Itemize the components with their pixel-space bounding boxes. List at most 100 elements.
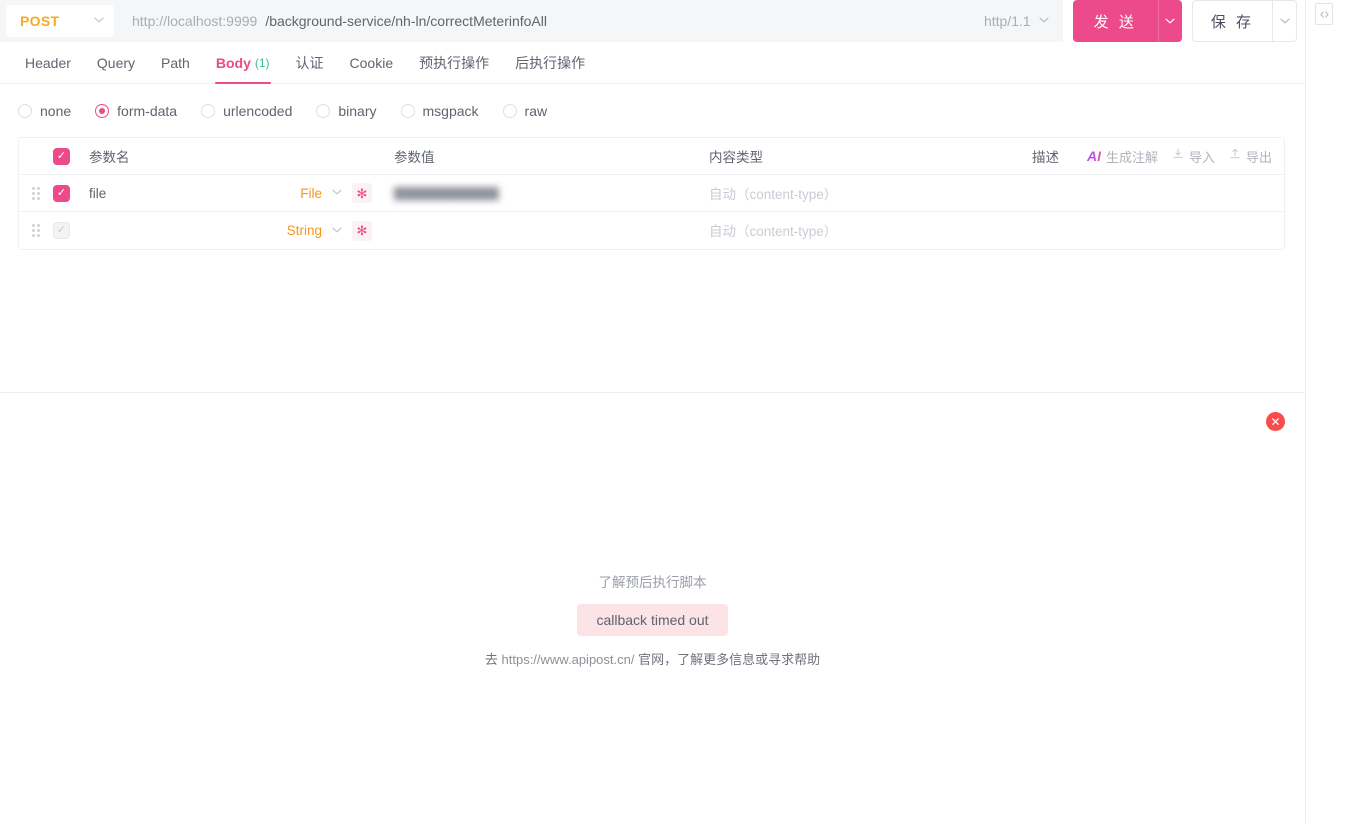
- row-type-label: String: [286, 223, 322, 238]
- chevron-down-icon: [332, 188, 342, 198]
- header-name-cell: 参数名: [85, 146, 380, 166]
- right-rail: [1305, 0, 1345, 823]
- table-row[interactable]: ✓ file File ✻ ▇▇▇▇▇▇▇▇▇▇ 自动（content-type…: [19, 175, 1284, 212]
- send-button[interactable]: 发 送: [1072, 0, 1182, 42]
- tab-pre-script[interactable]: 预执行操作: [406, 42, 502, 84]
- tab-path[interactable]: Path: [148, 42, 203, 84]
- row-select-cell: ✓: [53, 184, 85, 202]
- export-icon: [1229, 147, 1241, 165]
- row-type-label: File: [300, 185, 322, 201]
- tab-post-script[interactable]: 后执行操作: [502, 42, 598, 84]
- select-all-cell: ✓: [53, 147, 85, 165]
- tab-query[interactable]: Query: [84, 42, 148, 84]
- apipost-request-window: POST http://localhost:9999 /background-s…: [0, 0, 1345, 823]
- radio-label: none: [40, 103, 72, 119]
- body-type-form-data[interactable]: form-data: [83, 103, 189, 119]
- row-value-input[interactable]: ▇▇▇▇▇▇▇▇▇▇: [394, 185, 499, 201]
- body-type-msgpack[interactable]: msgpack: [389, 103, 491, 119]
- drag-handle-icon: [32, 186, 40, 200]
- tab-cookie[interactable]: Cookie: [337, 42, 407, 84]
- radio-icon: [18, 104, 32, 118]
- export-button[interactable]: 导出: [1229, 147, 1272, 166]
- save-options-chevron-icon[interactable]: [1272, 1, 1296, 41]
- status-badge: callback timed out: [577, 604, 728, 636]
- header-content-type-cell: 内容类型: [695, 146, 1020, 167]
- tab-auth[interactable]: 认证: [283, 42, 337, 84]
- save-button-label: 保 存: [1210, 13, 1254, 31]
- tab-label: Body: [215, 54, 251, 71]
- select-all-checkbox[interactable]: ✓: [53, 147, 70, 165]
- apipost-link[interactable]: https://www.apipost.cn/: [502, 652, 635, 667]
- row-content-type-input[interactable]: 自动（content-type）: [709, 224, 837, 239]
- tab-header[interactable]: Header: [12, 42, 84, 84]
- chevron-down-icon: [332, 226, 342, 236]
- radio-icon: [95, 104, 110, 118]
- row-content-type-input[interactable]: 自动（content-type）: [709, 187, 837, 202]
- url-input[interactable]: http://localhost:9999 /background-servic…: [120, 0, 974, 42]
- row-name-cell[interactable]: String ✻: [85, 220, 380, 241]
- body-type-none[interactable]: none: [6, 103, 83, 119]
- radio-icon: [400, 104, 415, 118]
- header-value-cell: 参数值: [380, 146, 695, 166]
- code-snippet-icon[interactable]: [1315, 3, 1333, 25]
- ai-generate-comment-label: 生成注解: [1105, 149, 1158, 165]
- method-selector[interactable]: POST: [6, 5, 114, 37]
- table-header-row: ✓ 参数名 参数值 内容类型 描述 AI 生成注解 导入 导出: [19, 138, 1284, 175]
- import-label: 导入: [1188, 149, 1215, 165]
- row-name-cell[interactable]: file File ✻: [85, 183, 380, 203]
- ai-generate-comment-button[interactable]: AI 生成注解: [1087, 147, 1158, 166]
- drag-handle[interactable]: [19, 224, 53, 237]
- send-button-label: 发 送: [1093, 13, 1137, 31]
- tab-body[interactable]: Body (1): [203, 42, 283, 84]
- table-header-actions: AI 生成注解 导入 导出: [1087, 147, 1284, 166]
- save-button[interactable]: 保 存: [1191, 0, 1297, 42]
- footer-suffix: 官网，了解更多信息或寻求帮助: [634, 652, 821, 667]
- header-value-label: 参数值: [394, 150, 435, 165]
- header-description-cell: 描述: [1020, 146, 1087, 167]
- import-button[interactable]: 导入: [1172, 147, 1215, 166]
- header-description-label: 描述: [1032, 149, 1059, 165]
- body-type-binary[interactable]: binary: [304, 103, 388, 119]
- required-asterisk-button[interactable]: ✻: [352, 183, 372, 203]
- method-label: POST: [20, 13, 60, 29]
- radio-icon: [316, 104, 331, 118]
- row-content-type-cell[interactable]: 自动（content-type）: [695, 220, 1020, 241]
- required-asterisk-button[interactable]: ✻: [352, 220, 372, 241]
- row-name-input[interactable]: file: [89, 186, 106, 201]
- method-selector-wrap: POST: [0, 0, 120, 42]
- footer-prefix: 去: [484, 652, 502, 667]
- tab-label: 认证: [295, 54, 324, 71]
- row-value-cell[interactable]: ▇▇▇▇▇▇▇▇▇▇: [380, 185, 695, 201]
- radio-label: form-data: [117, 103, 178, 119]
- header-name-label: 参数名: [89, 150, 130, 165]
- url-path-value: /background-service/nh-ln/correctMeterin…: [265, 13, 547, 29]
- row-content-type-cell[interactable]: 自动（content-type）: [695, 183, 1020, 204]
- request-tabs: Header Query Path Body (1) 认证 Cookie 预执行…: [0, 42, 1305, 84]
- protocol-selector[interactable]: http/1.1: [973, 0, 1063, 42]
- table-row[interactable]: ✓ String ✻ 自动（content-type）: [19, 212, 1284, 249]
- empty-state-title[interactable]: 了解预后执行脚本: [599, 571, 707, 591]
- ai-icon: AI: [1086, 148, 1101, 164]
- row-checkbox[interactable]: ✓: [53, 222, 70, 239]
- tab-label: 预执行操作: [419, 54, 490, 71]
- send-options-chevron-icon[interactable]: [1157, 0, 1182, 42]
- tab-label: Query: [96, 54, 136, 71]
- row-checkbox[interactable]: ✓: [53, 184, 70, 202]
- row-type-selector[interactable]: String ✻: [286, 220, 380, 241]
- empty-state-footer: 去 https://www.apipost.cn/ 官网，了解更多信息或寻求帮助: [485, 649, 820, 668]
- drag-handle-icon: [32, 224, 40, 237]
- response-empty-state: 了解预后执行脚本 callback timed out 去 https://ww…: [0, 571, 1305, 668]
- body-type-raw[interactable]: raw: [491, 103, 560, 119]
- drag-handle[interactable]: [19, 186, 53, 200]
- protocol-label: http/1.1: [983, 13, 1031, 29]
- body-type-radio-group: none form-data urlencoded binary msgpack…: [0, 84, 1305, 138]
- import-icon: [1172, 147, 1184, 165]
- body-type-urlencoded[interactable]: urlencoded: [189, 103, 304, 119]
- tab-label: 后执行操作: [515, 54, 586, 71]
- close-icon[interactable]: ✕: [1266, 412, 1285, 431]
- tab-label: Path: [161, 54, 190, 71]
- chevron-down-icon: [1039, 16, 1049, 26]
- row-type-selector[interactable]: File ✻: [300, 183, 380, 203]
- radio-icon: [201, 104, 216, 118]
- radio-label: raw: [524, 103, 548, 119]
